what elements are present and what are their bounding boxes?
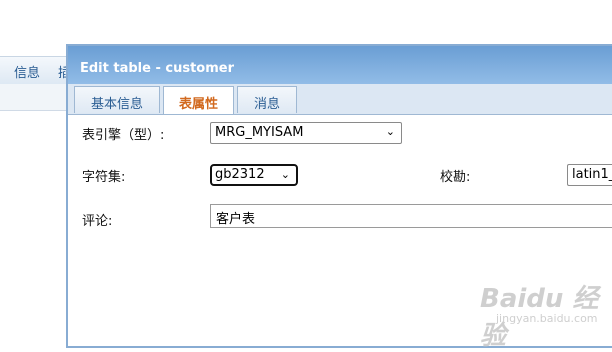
tab-basic-info[interactable]: 基本信息 bbox=[74, 86, 160, 113]
watermark-url: jingyan.baidu.com bbox=[496, 312, 598, 325]
tab-messages[interactable]: 消息 bbox=[237, 86, 297, 113]
dialog-title: Edit table - customer bbox=[80, 61, 235, 76]
engine-label: 表引擎（型）: bbox=[82, 128, 165, 143]
tab-label: 消息 bbox=[253, 97, 280, 112]
tab-label: 基本信息 bbox=[90, 97, 143, 112]
chevron-down-icon: ⌄ bbox=[280, 168, 290, 181]
tab-label: 表属性 bbox=[178, 97, 218, 112]
collation-label: 校勘: bbox=[440, 170, 471, 185]
charset-label: 字符集: bbox=[82, 170, 126, 185]
chevron-down-icon: ⌄ bbox=[385, 125, 395, 138]
dialog-titlebar[interactable]: Edit table - customer bbox=[68, 46, 612, 86]
comment-value: 客户表 bbox=[216, 212, 256, 227]
charset-value: gb2312 bbox=[215, 167, 265, 182]
background-tab-info[interactable]: 信息 bbox=[14, 62, 40, 81]
engine-select[interactable]: MRG_MYISAM ⌄ bbox=[210, 122, 402, 144]
engine-value: MRG_MYISAM bbox=[215, 125, 304, 140]
collation-value: latin1_s bbox=[572, 167, 612, 182]
collation-select[interactable]: latin1_s bbox=[567, 164, 612, 186]
comment-label: 评论: bbox=[82, 214, 113, 229]
tab-table-properties[interactable]: 表属性 bbox=[163, 86, 234, 114]
tab-strip: 基本信息 表属性 消息 bbox=[68, 84, 612, 115]
charset-select[interactable]: gb2312 ⌄ bbox=[210, 164, 298, 186]
comment-input[interactable]: 客户表 bbox=[210, 204, 612, 228]
